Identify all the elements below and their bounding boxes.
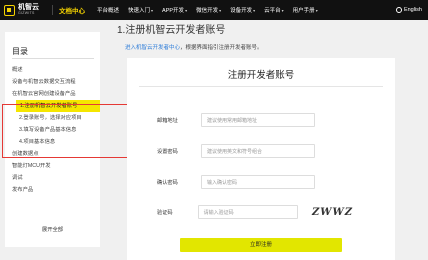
globe-icon bbox=[395, 7, 402, 13]
sidebar-item-7[interactable]: 创建数据点 bbox=[5, 148, 100, 160]
confirm-password-input[interactable]: 输入确认密码 bbox=[201, 175, 315, 189]
brand-divider bbox=[52, 5, 53, 15]
sidebar-toc: 目录 概述 设备与机智云数据交互流程 在机智云官网创建设备产品 1.注册机智云开发者账… bbox=[5, 32, 100, 247]
gizwits-logo[interactable]: 机智云 GIZWITS bbox=[4, 4, 48, 16]
chevron-down-icon: ▾ bbox=[219, 8, 222, 13]
password-label: 设置密码 bbox=[157, 148, 178, 155]
top-navigation-bar: 机智云 GIZWITS 文档中心 平台概述 快速入门▾ APP开发▾ 微信开发▾ 设备开… bbox=[0, 0, 428, 20]
nav-item-4[interactable]: 设备开发▾ bbox=[230, 6, 255, 14]
email-row: 邮箱地址 建议使用常用邮箱地址 bbox=[157, 113, 353, 127]
sidebar-list: 概述 设备与机智云数据交互流程 在机智云官网创建设备产品 1.注册机智云开发者账号 2.… bbox=[5, 64, 100, 196]
sidebar-item-10[interactable]: 发布产品 bbox=[5, 184, 100, 196]
confirm-password-row: 确认密码 输入确认密码 bbox=[157, 175, 353, 189]
language-label: English bbox=[403, 7, 422, 13]
chevron-down-icon: ▾ bbox=[253, 8, 256, 13]
sidebar-item-5[interactable]: 3.填写设备产品基本信息 bbox=[5, 124, 100, 136]
register-form-title: 注册开发者账号 bbox=[227, 70, 295, 81]
nav-item-2[interactable]: APP开发▾ bbox=[162, 6, 187, 14]
sidebar-item-6[interactable]: 4.项目基本信息 bbox=[5, 136, 100, 148]
email-input[interactable]: 建议使用常用邮箱地址 bbox=[201, 113, 315, 127]
sidebar-title: 目录 bbox=[12, 47, 28, 56]
page-title: 1.注册机智云开发者账号 bbox=[117, 25, 226, 36]
nav-item-label: APP开发 bbox=[162, 8, 185, 14]
intro-text: 进入机智云开发者中心，根据界面指引注册开发者账号。 bbox=[125, 43, 263, 51]
nav-item-5[interactable]: 云平台▾ bbox=[264, 6, 284, 14]
sidebar-divider bbox=[12, 58, 94, 59]
sidebar-item-2[interactable]: 在机智云官网创建设备产品 bbox=[5, 88, 100, 100]
sidebar-item-8[interactable]: 智能灯MCU开发 bbox=[5, 160, 100, 172]
nav-item-label: 微信开发 bbox=[196, 8, 219, 14]
captcha-image[interactable]: ZWWZ bbox=[312, 207, 353, 218]
language-switch[interactable]: English bbox=[395, 0, 422, 20]
password-input[interactable]: 建议使用英文和符号组合 bbox=[201, 144, 315, 158]
captcha-input[interactable]: 请输入验证码 bbox=[197, 205, 298, 219]
logo-english-text: GIZWITS bbox=[18, 11, 35, 16]
sidebar-item-4[interactable]: 2.登录账号，选择对应项目 bbox=[5, 112, 100, 124]
register-form-divider bbox=[139, 86, 383, 87]
intro-rest-text: ，根据界面指引注册开发者账号。 bbox=[180, 45, 263, 51]
nav-item-1[interactable]: 快速入门▾ bbox=[128, 6, 153, 14]
nav-item-label: 设备开发 bbox=[230, 8, 253, 14]
confirm-password-label: 确认密码 bbox=[157, 179, 178, 186]
nav-menu: 平台概述 快速入门▾ APP开发▾ 微信开发▾ 设备开发▾ 云平台▾ 用户手册▾ bbox=[97, 6, 327, 14]
nav-item-label: 平台概述 bbox=[97, 8, 120, 14]
nav-item-label: 用户手册 bbox=[292, 8, 315, 14]
nav-item-6[interactable]: 用户手册▾ bbox=[293, 6, 318, 14]
sidebar-item-0[interactable]: 概述 bbox=[5, 64, 100, 76]
nav-item-0[interactable]: 平台概述 bbox=[97, 6, 119, 14]
register-form-card: 注册开发者账号 邮箱地址 建议使用常用邮箱地址 设置密码 建议使用英文和符号组合… bbox=[127, 58, 395, 260]
doc-center-link[interactable]: 文档中心 bbox=[59, 5, 85, 15]
chevron-down-icon: ▾ bbox=[185, 8, 188, 13]
chevron-down-icon: ▾ bbox=[281, 8, 284, 13]
sidebar-item-1[interactable]: 设备与机智云数据交互流程 bbox=[5, 76, 100, 88]
sidebar-item-3[interactable]: 1.注册机智云开发者账号 bbox=[16, 100, 100, 112]
nav-item-3[interactable]: 微信开发▾ bbox=[196, 6, 221, 14]
expand-all-button[interactable]: 展开全部 bbox=[5, 225, 100, 233]
chevron-down-icon: ▾ bbox=[151, 8, 154, 13]
developer-center-link[interactable]: 进入机智云开发者中心 bbox=[125, 45, 180, 51]
captcha-label: 验证码 bbox=[157, 209, 173, 216]
sidebar-item-9[interactable]: 调试 bbox=[5, 172, 100, 184]
captcha-row: 验证码 请输入验证码 ZWWZ bbox=[157, 205, 353, 219]
register-submit-button[interactable]: 立即注册 bbox=[180, 238, 342, 252]
chevron-down-icon: ▾ bbox=[315, 8, 318, 13]
nav-item-label: 云平台 bbox=[264, 8, 281, 14]
logo-chinese-text: 机智云 bbox=[18, 4, 39, 12]
email-label: 邮箱地址 bbox=[157, 117, 178, 124]
password-row: 设置密码 建议使用英文和符号组合 bbox=[157, 144, 353, 158]
gizwits-logo-icon bbox=[4, 4, 15, 16]
nav-item-label: 快速入门 bbox=[128, 8, 151, 14]
